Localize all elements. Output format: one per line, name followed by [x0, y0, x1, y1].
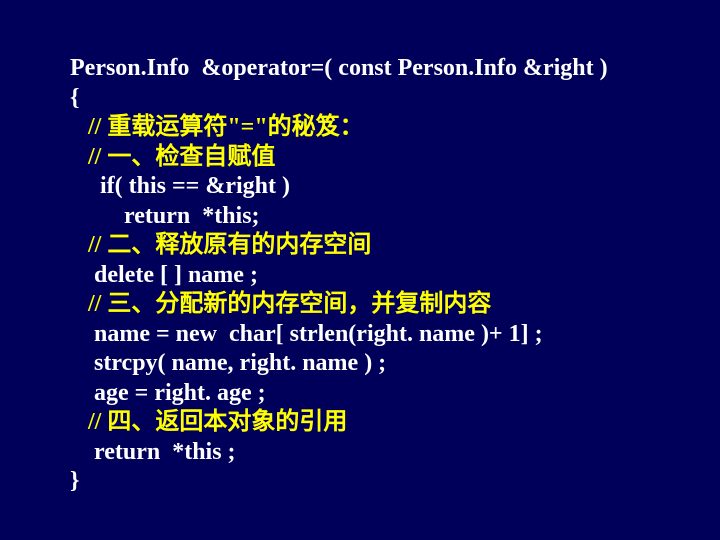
code-line-12: age = right. age ;: [70, 379, 720, 409]
code-comment-overload: // 重载运算符"="的秘笈：: [70, 113, 720, 143]
code-slide: Person.Info &operator=( const Person.Inf…: [0, 0, 720, 540]
code-comment-step2: // 二、释放原有的内存空间: [70, 231, 720, 261]
code-line-14: return *this ;: [70, 438, 720, 468]
code-line-8: delete [ ] name ;: [70, 261, 720, 291]
code-line-11: strcpy( name, right. name ) ;: [70, 349, 720, 379]
code-comment-step1: // 一、检查自赋值: [70, 143, 720, 173]
code-line-1: Person.Info &operator=( const Person.Inf…: [70, 54, 720, 84]
code-line-5: if( this == &right ): [70, 172, 720, 202]
code-comment-step4: // 四、返回本对象的引用: [70, 408, 720, 438]
code-line-10: name = new char[ strlen(right. name )+ 1…: [70, 320, 720, 350]
code-comment-step3: // 三、分配新的内存空间，并复制内容: [70, 290, 720, 320]
code-line-15: }: [70, 467, 720, 497]
code-line-6: return *this;: [70, 202, 720, 232]
code-line-2: {: [70, 84, 720, 114]
